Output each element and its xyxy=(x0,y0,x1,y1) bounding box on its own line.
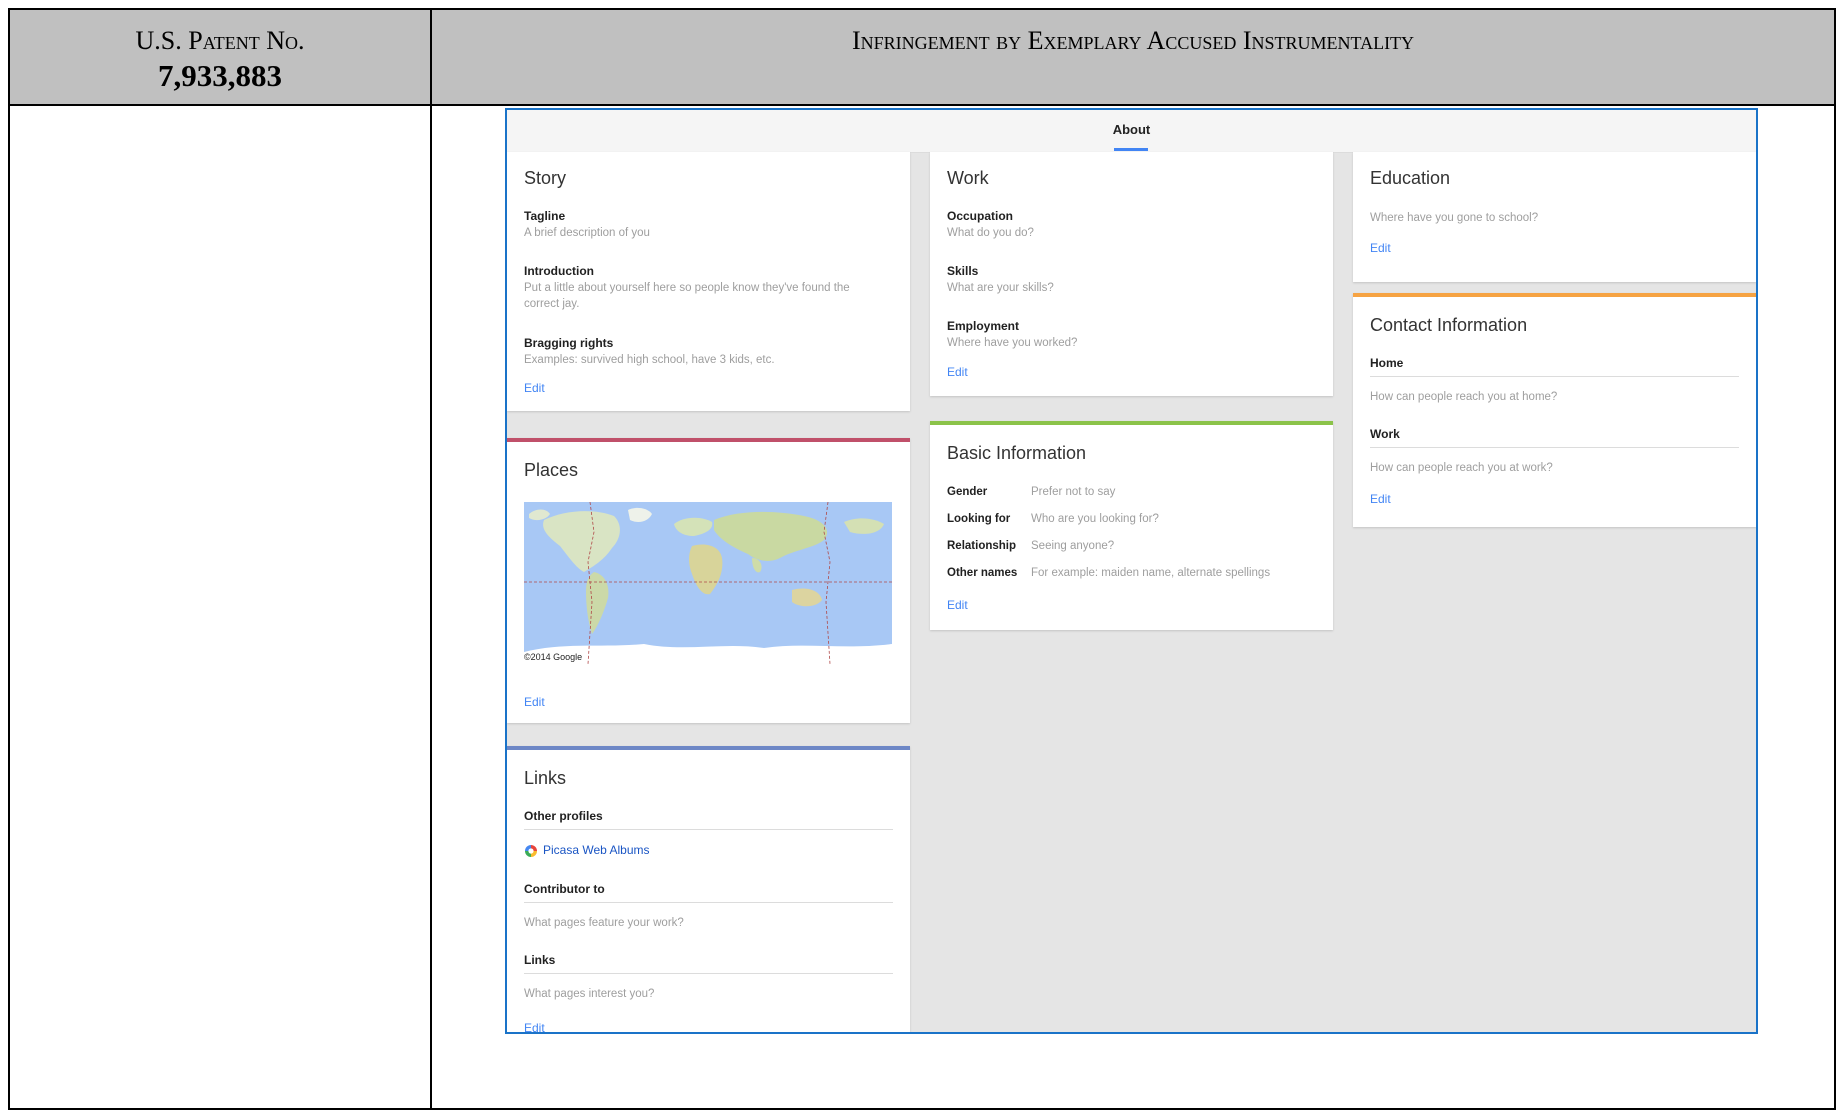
links-edit-link[interactable]: Edit xyxy=(524,1021,545,1032)
links-label: Links xyxy=(524,953,556,967)
other-names-value: For example: maiden name, alternate spel… xyxy=(1031,567,1271,579)
looking-for-label: Looking for xyxy=(947,513,1011,525)
occupation-hint: What do you do? xyxy=(947,227,1034,239)
contributor-hint: What pages feature your work? xyxy=(524,917,684,929)
contact-home-divider xyxy=(1370,376,1739,377)
picasa-icon xyxy=(525,844,537,857)
education-title: Education xyxy=(1370,168,1451,188)
patent-label: U.S. Patent No. xyxy=(135,26,305,55)
occupation-label: Occupation xyxy=(947,209,1014,223)
contact-edit-link[interactable]: Edit xyxy=(1370,492,1391,506)
basic-info-card: Basic Information Gender Prefer not to s… xyxy=(930,421,1333,630)
links-hint: What pages interest you? xyxy=(524,988,655,1000)
places-card: Places ©2014 Google Edit xyxy=(507,438,910,723)
places-accent-bar xyxy=(507,438,910,442)
contributor-label: Contributor to xyxy=(524,882,605,896)
gender-value: Prefer not to say xyxy=(1031,486,1116,498)
bragging-rights-hint: Examples: survived high school, have 3 k… xyxy=(524,354,775,366)
places-title: Places xyxy=(524,460,579,480)
contact-work-divider xyxy=(1370,447,1739,448)
about-tab-bar: About xyxy=(507,110,1756,153)
contact-title: Contact Information xyxy=(1370,315,1528,335)
basic-info-edit-link[interactable]: Edit xyxy=(947,598,968,612)
education-card: Education Where have you gone to school?… xyxy=(1353,152,1756,282)
skills-label: Skills xyxy=(947,264,979,278)
links-title: Links xyxy=(524,768,567,788)
relationship-value: Seeing anyone? xyxy=(1031,540,1115,552)
story-edit-link[interactable]: Edit xyxy=(524,381,545,395)
contact-home-hint: How can people reach you at home? xyxy=(1370,391,1558,403)
other-profiles-divider xyxy=(524,829,893,830)
work-title: Work xyxy=(947,168,989,188)
patent-number: 7,933,883 xyxy=(158,58,282,93)
introduction-hint: Put a little about yourself here so peop… xyxy=(524,282,850,310)
picasa-link[interactable]: Picasa Web Albums xyxy=(524,843,650,858)
contact-work-hint: How can people reach you at work? xyxy=(1370,462,1553,474)
map-credit: ©2014 Google xyxy=(524,652,582,662)
world-map-image[interactable]: ©2014 Google xyxy=(524,502,892,664)
basic-accent-bar xyxy=(930,421,1333,425)
contact-work-label: Work xyxy=(1370,427,1400,441)
skills-hint: What are your skills? xyxy=(947,282,1054,294)
story-title: Story xyxy=(524,168,567,188)
infringement-header: Infringement by Exemplary Accused Instru… xyxy=(432,10,1834,106)
links-divider xyxy=(524,973,893,974)
picasa-link-label: Picasa Web Albums xyxy=(543,843,650,857)
tab-about-underline xyxy=(1114,148,1148,151)
tab-about[interactable]: About xyxy=(507,122,1756,137)
education-hint: Where have you gone to school? xyxy=(1370,212,1539,224)
infringement-title: Infringement by Exemplary Accused Instru… xyxy=(851,26,1415,55)
other-profiles-label: Other profiles xyxy=(524,809,603,823)
work-card: Work Occupation What do you do? Skills W… xyxy=(930,152,1333,396)
column-divider xyxy=(430,10,432,1108)
relationship-label: Relationship xyxy=(947,540,1017,552)
basic-info-title: Basic Information xyxy=(947,443,1087,463)
introduction-label: Introduction xyxy=(524,264,594,278)
employment-hint: Where have you worked? xyxy=(947,337,1078,349)
employment-label: Employment xyxy=(947,319,1020,333)
contact-info-card: Contact Information Home How can people … xyxy=(1353,293,1756,527)
contributor-divider xyxy=(524,902,893,903)
patent-number-header: U.S. Patent No. 7,933,883 xyxy=(10,10,430,106)
places-edit-link[interactable]: Edit xyxy=(524,695,545,709)
about-page-screenshot: About Story Tagline A brief description … xyxy=(505,108,1758,1034)
gender-label: Gender xyxy=(947,486,988,498)
tagline-label: Tagline xyxy=(524,209,566,223)
looking-for-value: Who are you looking for? xyxy=(1031,513,1159,525)
links-accent-bar xyxy=(507,746,910,750)
bragging-rights-label: Bragging rights xyxy=(524,336,614,350)
links-card: Links Other profiles Picasa Web Albums C… xyxy=(507,746,910,1032)
story-card: Story Tagline A brief description of you… xyxy=(507,152,910,411)
education-edit-link[interactable]: Edit xyxy=(1370,241,1391,255)
contact-home-label: Home xyxy=(1370,356,1404,370)
other-names-label: Other names xyxy=(947,567,1018,579)
tagline-hint: A brief description of you xyxy=(524,227,650,239)
work-edit-link[interactable]: Edit xyxy=(947,365,968,379)
contact-accent-bar xyxy=(1353,293,1756,297)
